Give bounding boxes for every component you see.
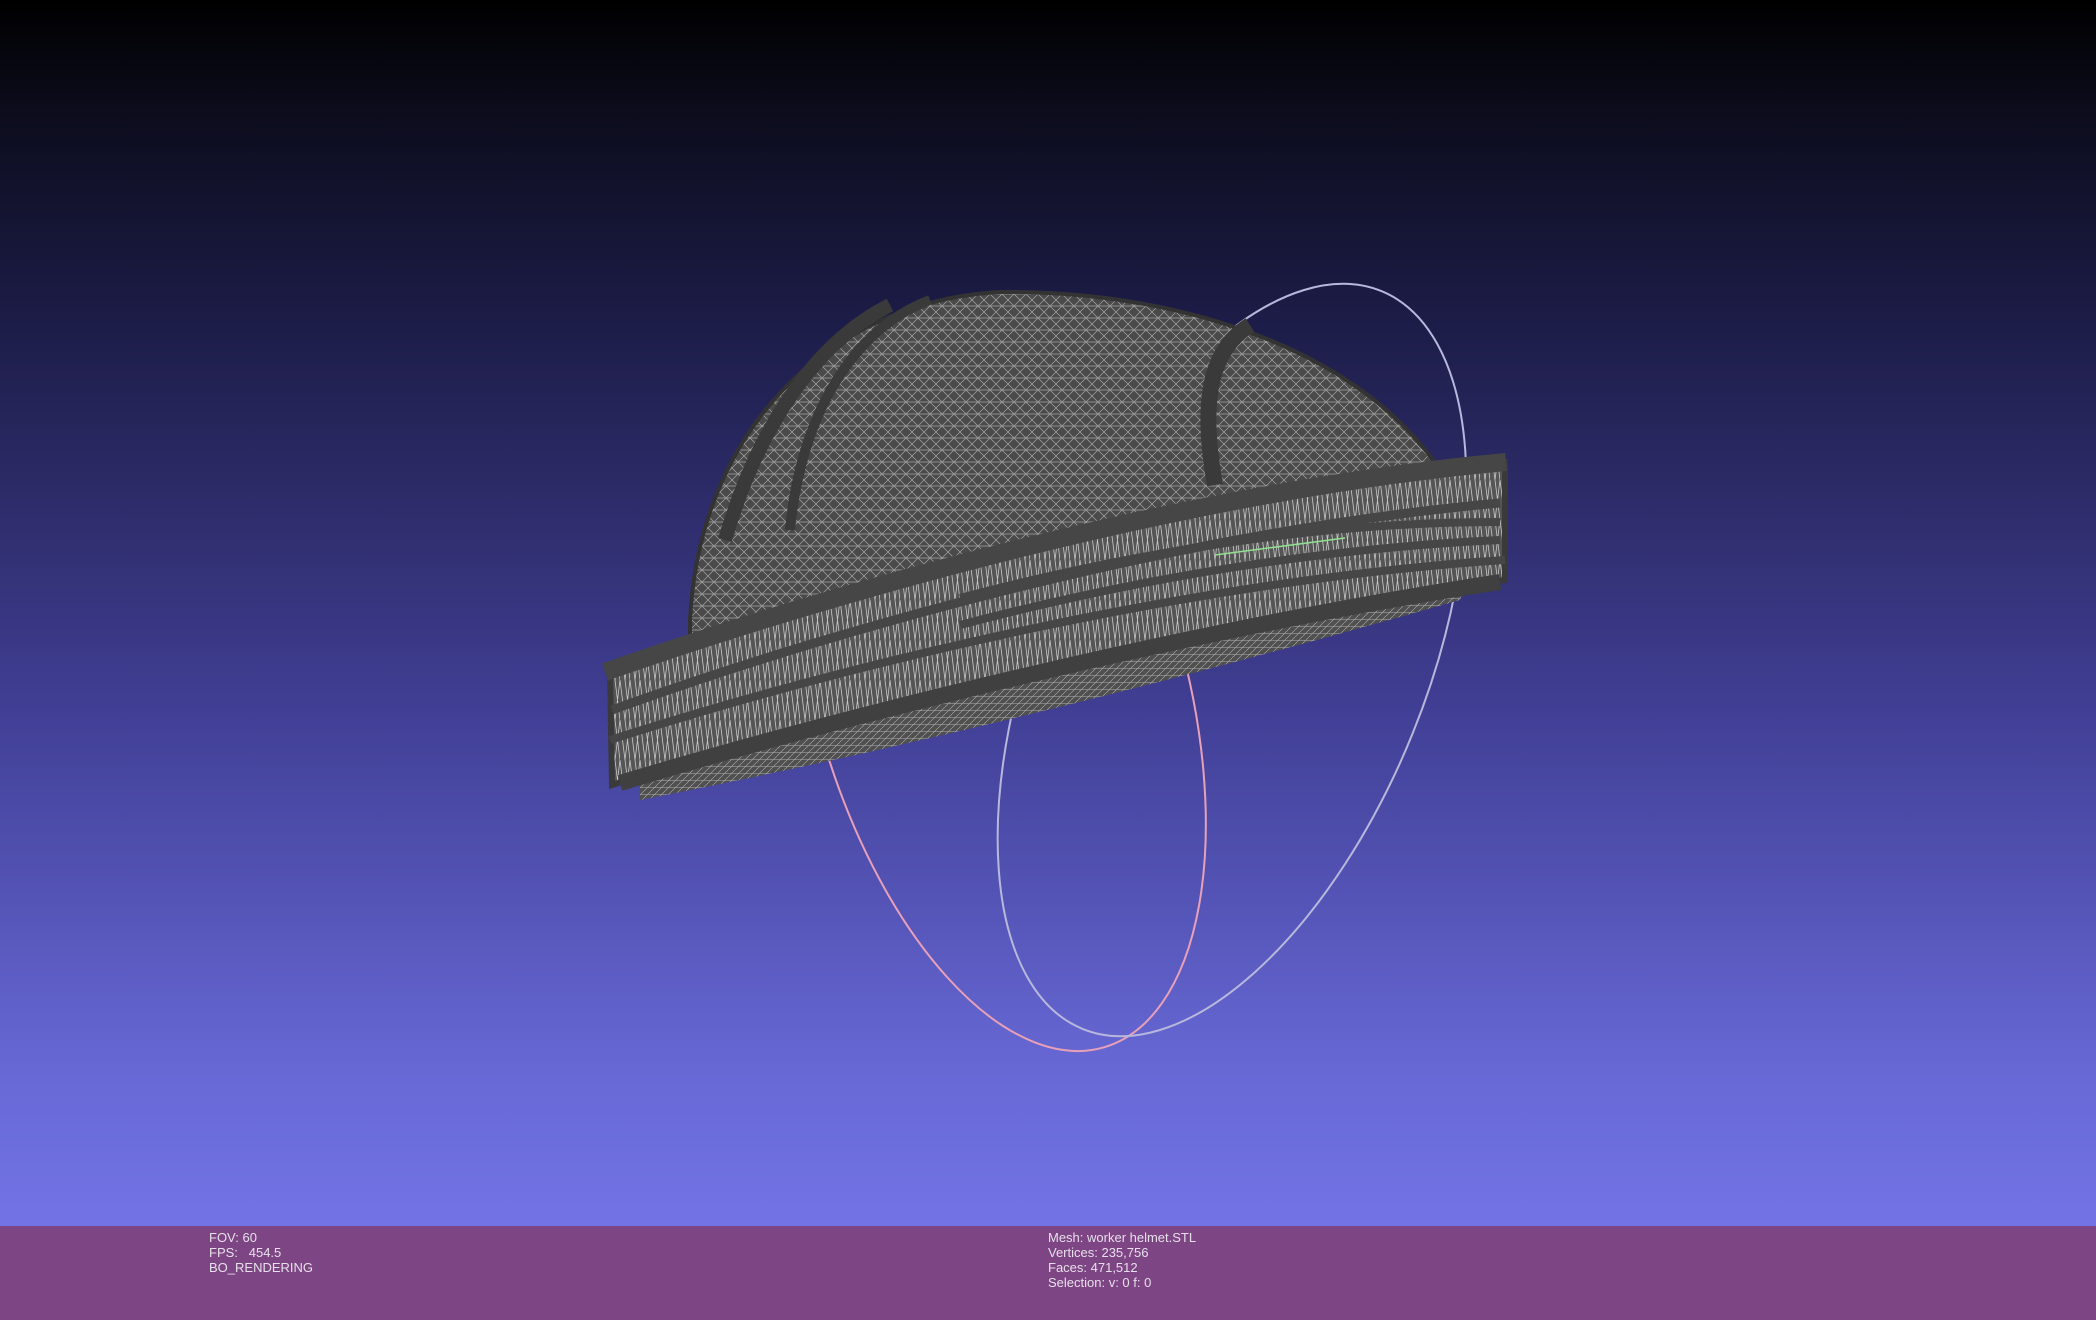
helmet-mesh[interactable] [602, 289, 1508, 800]
vertices-readout: Vertices: 235,756 [1048, 1245, 1149, 1260]
fov-readout: FOV: 60 [209, 1230, 257, 1245]
render-mode-readout: BO_RENDERING [209, 1260, 314, 1275]
view-info: FOV: 60 FPS: 454.5 BO_RENDERING [209, 1230, 313, 1275]
fps-readout: FPS: 454.5 [209, 1245, 282, 1260]
mesh-name-readout: Mesh: worker helmet.STL [1048, 1230, 1197, 1245]
3d-viewport[interactable] [0, 0, 2096, 1226]
status-bar: FOV: 60 FPS: 454.5 BO_RENDERING Mesh: wo… [0, 1226, 2096, 1320]
mesh-info: Mesh: worker helmet.STL Vertices: 235,75… [1048, 1230, 1196, 1290]
faces-readout: Faces: 471,512 [1048, 1260, 1138, 1275]
mesh-scene[interactable] [0, 0, 2096, 1226]
selection-readout: Selection: v: 0 f: 0 [1048, 1275, 1152, 1290]
